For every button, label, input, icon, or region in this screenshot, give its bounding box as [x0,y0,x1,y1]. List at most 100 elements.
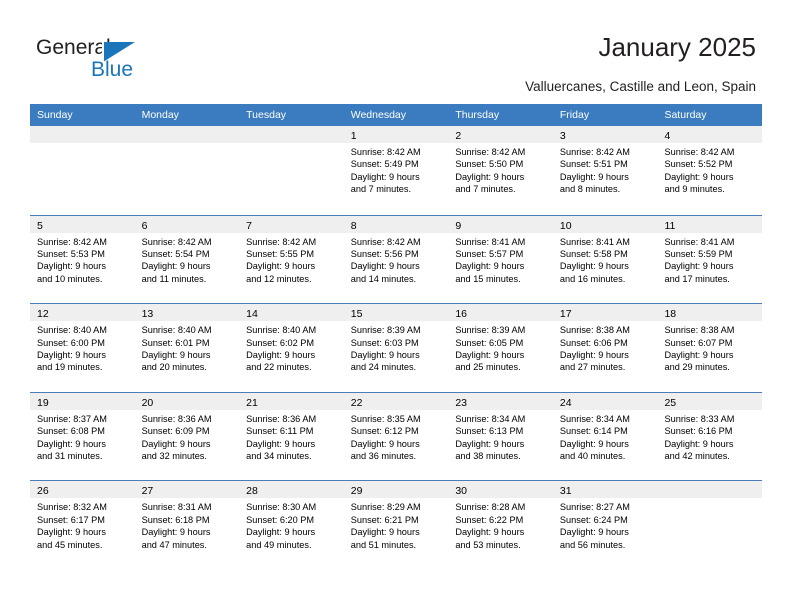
day-number-band: 27 [134,481,240,499]
day-number: 26 [37,485,49,498]
sunset-text: Sunset: 6:06 PM [559,337,628,348]
page-header: General Blue January 2025 Valluercanes, … [0,0,792,104]
daylight-text-line1: Daylight: 9 hours [559,171,629,182]
calendar-day-cell[interactable]: 15 Sunrise: 8:39 AM Sunset: 6:03 PM Dayligh… [343,304,449,392]
sunrise-text: Sunrise: 8:42 AM [246,236,317,247]
daylight-text-line1: Daylight: 9 hours [350,171,420,182]
calendar-week-row: 5 Sunrise: 8:42 AM Sunset: 5:53 PM Daylight… [30,214,763,304]
weekday-header-sunday: Sunday [37,109,73,121]
day-number: 11 [664,219,676,232]
calendar-week-row: 1 Sunrise: 8:42 AM Sunset: 5:49 PM Daylight… [30,126,763,215]
day-details: Sunrise: 8:38 AM Sunset: 6:06 PM Daylight:… [553,321,658,374]
calendar-week-row: 26 Sunrise: 8:32 AM Sunset: 6:17 PM Dayligh… [30,480,763,569]
day-number-band: 18 [657,304,763,322]
calendar-day-cell[interactable]: 16 Sunrise: 8:39 AM Sunset: 6:05 PM Dayligh… [448,304,553,392]
calendar-day-cell[interactable]: 25 Sunrise: 8:33 AM Sunset: 6:16 PM Dayligh… [657,392,763,481]
day-number-band: 11 [657,215,763,233]
day-details: Sunrise: 8:39 AM Sunset: 6:05 PM Daylight:… [448,321,553,374]
daylight-text-line1: Daylight: 9 hours [141,261,211,272]
general-blue-logo[interactable]: General Blue [36,36,236,86]
day-details: Sunrise: 8:42 AM Sunset: 5:51 PM Daylight:… [553,143,658,196]
calendar-day-cell[interactable]: 10 Sunrise: 8:41 AM Sunset: 5:58 PM Dayligh… [552,215,658,304]
page-title: January 2025 [598,32,756,62]
weekday-header-monday: Monday [141,109,179,121]
calendar-day-cell[interactable]: 20 Sunrise: 8:36 AM Sunset: 6:09 PM Dayligh… [134,392,240,481]
day-details: Sunrise: 8:41 AM Sunset: 5:57 PM Daylight:… [448,233,553,286]
calendar-day-cell[interactable]: 23 Sunrise: 8:34 AM Sunset: 6:13 PM Dayligh… [448,392,553,481]
sunset-text: Sunset: 6:01 PM [141,337,210,348]
day-number: 30 [455,485,467,498]
calendar-day-cell[interactable]: 26 Sunrise: 8:32 AM Sunset: 6:17 PM Dayligh… [30,481,135,569]
sunset-text: Sunset: 6:20 PM [246,514,315,525]
calendar-day-cell[interactable]: 30 Sunrise: 8:28 AM Sunset: 6:22 PM Dayligh… [448,481,553,569]
calendar-day-cell[interactable]: 17 Sunrise: 8:38 AM Sunset: 6:06 PM Dayligh… [552,304,658,392]
calendar-day-cell[interactable]: 9 Sunrise: 8:41 AM Sunset: 5:57 PM Daylight… [448,215,553,304]
sunset-text: Sunset: 5:54 PM [141,249,210,259]
calendar-day-cell[interactable]: 2 Sunrise: 8:42 AM Sunset: 5:50 PM Daylight… [448,126,553,215]
daylight-text-line1: Daylight: 9 hours [455,350,525,360]
daylight-text-line1: Daylight: 9 hours [455,438,525,449]
logo-text-general: General [36,36,111,59]
daylight-text-line1: Daylight: 9 hours [559,350,629,360]
calendar-page: General Blue January 2025 Valluercanes, … [0,0,792,612]
weekday-header-friday: Friday [559,109,590,121]
day-number-band: 8 [343,215,449,233]
day-details: Sunrise: 8:42 AM Sunset: 5:50 PM Daylight:… [448,143,553,196]
calendar-day-cell[interactable]: 31 Sunrise: 8:27 AM Sunset: 6:24 PM Dayligh… [552,481,658,569]
calendar-day-cell[interactable]: 18 Sunrise: 8:38 AM Sunset: 6:07 PM Dayligh… [657,304,763,392]
day-number: 28 [246,485,258,498]
calendar-day-cell[interactable]: 4 Sunrise: 8:42 AM Sunset: 5:52 PM Daylight… [657,126,763,215]
sunset-text: Sunset: 6:05 PM [455,337,524,348]
calendar-day-cell[interactable]: 21 Sunrise: 8:36 AM Sunset: 6:11 PM Dayligh… [239,392,344,481]
sunrise-text: Sunrise: 8:42 AM [664,147,735,157]
calendar-day-cell[interactable]: 24 Sunrise: 8:34 AM Sunset: 6:14 PM Dayligh… [552,392,658,481]
day-details: Sunrise: 8:42 AM Sunset: 5:55 PM Daylight:… [239,233,344,286]
daylight-text-line1: Daylight: 9 hours [664,261,734,272]
sunset-text: Sunset: 5:53 PM [37,249,105,259]
calendar-day-cell[interactable]: 19 Sunrise: 8:37 AM Sunset: 6:08 PM Dayligh… [30,392,135,481]
calendar-day-cell[interactable]: 11 Sunrise: 8:41 AM Sunset: 5:59 PM Dayligh… [657,215,763,304]
daylight-text-line1: Daylight: 9 hours [559,438,629,449]
day-number-band: 5 [30,215,135,233]
sunset-text: Sunset: 5:52 PM [664,159,733,170]
calendar-day-cell[interactable]: 6 Sunrise: 8:42 AM Sunset: 5:54 PM Daylight… [134,215,240,304]
calendar-day-cell[interactable]: 7 Sunrise: 8:42 AM Sunset: 5:55 PM Daylight… [239,215,344,304]
sunset-text: Sunset: 6:16 PM [664,426,733,437]
calendar-day-cell[interactable]: 28 Sunrise: 8:30 AM Sunset: 6:20 PM Dayligh… [239,481,344,569]
sunrise-text: Sunrise: 8:36 AM [246,413,317,424]
daylight-text-line1: Daylight: 9 hours [37,350,106,360]
daylight-text-line1: Daylight: 9 hours [350,438,420,449]
day-details: Sunrise: 8:29 AM Sunset: 6:21 PM Daylight:… [344,498,449,551]
sunrise-text: Sunrise: 8:32 AM [37,502,107,513]
sunset-text: Sunset: 6:09 PM [141,426,210,437]
calendar-day-cell[interactable]: 13 Sunrise: 8:40 AM Sunset: 6:01 PM Dayligh… [134,304,240,392]
calendar-day-cell[interactable]: 3 Sunrise: 8:42 AM Sunset: 5:51 PM Daylight… [552,126,658,215]
day-details: Sunrise: 8:40 AM Sunset: 6:01 PM Daylight:… [135,321,240,374]
sunrise-text: Sunrise: 8:39 AM [350,325,421,336]
calendar-day-cell[interactable]: 22 Sunrise: 8:35 AM Sunset: 6:12 PM Dayligh… [343,392,449,481]
calendar-day-cell[interactable]: 1 Sunrise: 8:42 AM Sunset: 5:49 PM Daylight… [343,126,449,215]
daylight-text-line2: and 10 minutes. [37,273,103,284]
daylight-text-line1: Daylight: 9 hours [246,261,316,272]
sunrise-text: Sunrise: 8:42 AM [141,236,212,247]
day-details: Sunrise: 8:39 AM Sunset: 6:03 PM Daylight:… [344,321,449,374]
calendar-day-cell[interactable]: 12 Sunrise: 8:40 AM Sunset: 6:00 PM Dayligh… [30,304,135,392]
calendar-day-cell[interactable]: 14 Sunrise: 8:40 AM Sunset: 6:02 PM Dayligh… [239,304,344,392]
calendar-day-cell[interactable]: 8 Sunrise: 8:42 AM Sunset: 5:56 PM Daylight… [343,215,449,304]
daylight-text-line2: and 36 minutes. [350,451,417,461]
daylight-text-line2: and 11 minutes. [141,273,207,284]
sunset-text: Sunset: 6:03 PM [350,337,419,348]
day-number-band [30,126,135,143]
calendar-day-cell[interactable]: 5 Sunrise: 8:42 AM Sunset: 5:53 PM Daylight… [30,215,135,304]
calendar-day-cell[interactable]: 27 Sunrise: 8:31 AM Sunset: 6:18 PM Dayligh… [134,481,240,569]
daylight-text-line1: Daylight: 9 hours [455,527,525,538]
day-number-band: 2 [448,126,553,143]
daylight-text-line1: Daylight: 9 hours [141,350,211,360]
daylight-text-line1: Daylight: 9 hours [37,527,106,538]
day-number: 1 [350,130,357,142]
day-number: 27 [141,485,154,498]
daylight-text-line1: Daylight: 9 hours [141,527,211,538]
calendar-weeks: 1 Sunrise: 8:42 AM Sunset: 5:49 PM Daylight… [30,126,763,569]
calendar-day-cell[interactable]: 29 Sunrise: 8:29 AM Sunset: 6:21 PM Dayligh… [343,481,449,569]
daylight-text-line2: and 27 minutes. [559,362,626,373]
